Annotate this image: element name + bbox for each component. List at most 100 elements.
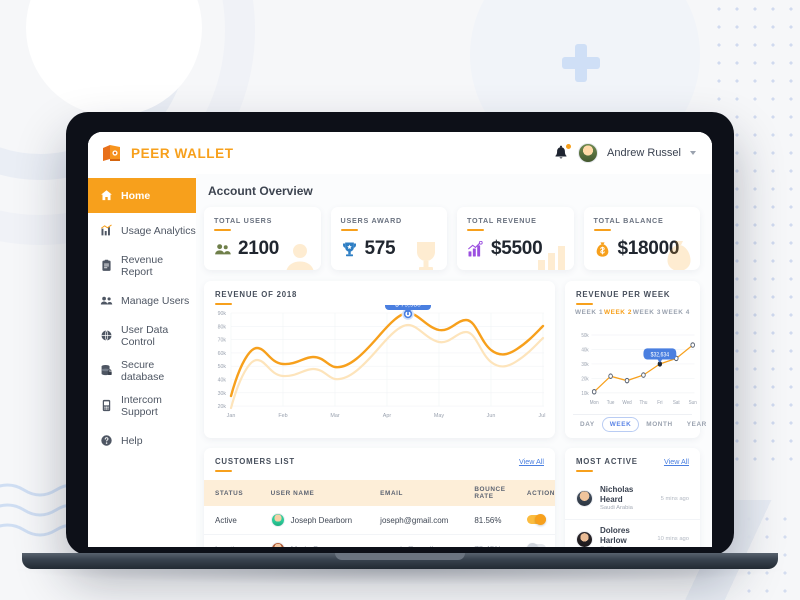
accent-rule xyxy=(215,470,232,472)
svg-text:Sun: Sun xyxy=(689,400,697,407)
cell-email: s.maria@ymail.com xyxy=(369,534,464,547)
stat-card-users-award: USERS AWARD 575 xyxy=(330,207,447,270)
list-item[interactable]: Dolores Harlow California 10 mins ago xyxy=(565,520,700,547)
panel-title: REVENUE PER WEEK xyxy=(576,290,671,299)
sidebar-item-usage-analytics[interactable]: Usage Analytics xyxy=(88,213,196,248)
week-tab-3[interactable]: WEEK 3 xyxy=(633,309,661,316)
scene: PEER WALLET Andrew Russel Home Usage Ana… xyxy=(0,0,800,600)
stat-card-value: 575 xyxy=(364,238,396,259)
sidebar-item-user-data-control[interactable]: User Data Control xyxy=(88,318,196,353)
notifications-button[interactable] xyxy=(553,142,573,162)
clipboard-icon xyxy=(100,259,113,272)
user-name-text: Joseph Dearborn xyxy=(290,515,353,525)
stat-card-value: 2100 xyxy=(238,238,280,259)
week-tab-2[interactable]: WEEK 2 xyxy=(604,309,632,316)
week-tab-1[interactable]: WEEK 1 xyxy=(575,309,603,316)
sidebar-item-manage-users[interactable]: Manage Users xyxy=(88,283,196,318)
list-item-time: 10 mins ago xyxy=(657,536,689,543)
sidebar-item-intercom-support[interactable]: Intercom Support xyxy=(88,388,196,423)
plus-icon xyxy=(562,44,600,82)
sidebar-item-label: User Data Control xyxy=(121,323,169,348)
panel-header: REVENUE PER WEEK xyxy=(565,281,700,305)
notification-badge xyxy=(565,142,573,150)
cell-user-name: Joseph Dearborn xyxy=(259,506,370,535)
status-toggle[interactable] xyxy=(526,513,546,525)
range-tab-day[interactable]: DAY xyxy=(573,418,602,431)
svg-text:40k: 40k xyxy=(581,347,589,354)
svg-text:90k: 90k xyxy=(218,311,227,317)
stat-card-label: TOTAL BALANCE xyxy=(593,216,664,225)
range-tab-week[interactable]: WEEK xyxy=(601,417,640,432)
list-item-location: Saudi Arabia xyxy=(600,505,633,511)
chevron-down-icon[interactable] xyxy=(690,151,696,155)
user-name-text: Maria Samson xyxy=(291,545,343,548)
revenue-line-chart[interactable]: 90k 80k 70k 60k 50k 40k 30k 20k $ 79,980… xyxy=(204,305,555,438)
list-panels: CUSTOMERS LIST View All STATUS USER NAME… xyxy=(204,448,700,547)
sidebar-item-label: Intercom Support xyxy=(121,393,162,418)
cell-action xyxy=(515,534,555,547)
svg-text:$32,634: $32,634 xyxy=(651,352,669,359)
avatar[interactable] xyxy=(578,143,599,163)
bars-ghost-icon xyxy=(536,240,570,270)
cell-status: Active xyxy=(204,506,260,535)
table-row[interactable]: Inactive Maria Samson xyxy=(204,534,555,548)
top-bar: PEER WALLET Andrew Russel xyxy=(88,132,712,174)
status-toggle[interactable] xyxy=(526,542,546,547)
sidebar-item-label: Help xyxy=(121,434,143,447)
laptop-lid: PEER WALLET Andrew Russel Home Usage Ana… xyxy=(66,112,734,555)
laptop-screen: PEER WALLET Andrew Russel Home Usage Ana… xyxy=(88,132,712,547)
svg-text:Apr: Apr xyxy=(383,413,392,419)
trophy-ghost-icon xyxy=(409,240,443,270)
range-tab-year[interactable]: YEAR xyxy=(680,418,712,431)
stat-card-total-revenue: TOTAL REVENUE $5500 xyxy=(457,207,574,270)
sidebar-item-label: Home xyxy=(121,189,151,202)
week-tabs: WEEK 1 WEEK 2 WEEK 3 WEEK 4 xyxy=(565,305,700,316)
cell-user-name: Maria Samson xyxy=(259,534,370,548)
sidebar-item-home[interactable]: Home xyxy=(88,178,196,213)
customers-view-all-link[interactable]: View All xyxy=(519,457,544,466)
help-circle-icon xyxy=(100,434,113,447)
svg-text:50k: 50k xyxy=(581,333,589,340)
sidebar-item-secure-database[interactable]: Secure database xyxy=(88,353,196,388)
stat-card-total-balance: TOTAL BALANCE $18000 xyxy=(583,207,700,270)
sidebar-item-help[interactable]: Help xyxy=(88,423,196,458)
accent-rule xyxy=(576,303,593,305)
range-tab-month[interactable]: MONTH xyxy=(639,418,679,431)
customers-table: STATUS USER NAME EMAIL BOUNCE RATE ACTIO… xyxy=(204,480,555,547)
panel-header: CUSTOMERS LIST View All xyxy=(204,448,555,472)
sidebar-item-label: Usage Analytics xyxy=(121,224,196,237)
revenue-chart-panel: REVENUE OF 2018 90k 80k 70k 60k 50k 40k … xyxy=(204,281,555,438)
svg-text:70k: 70k xyxy=(218,338,227,344)
app-body: Home Usage Analytics Revenue Report Mana… xyxy=(88,174,712,547)
svg-text:40k: 40k xyxy=(218,378,227,384)
most-active-view-all-link[interactable]: View All xyxy=(664,457,689,466)
svg-text:20k: 20k xyxy=(218,404,227,410)
svg-text:50k: 50k xyxy=(218,364,227,370)
top-bar-right: Andrew Russel xyxy=(553,142,696,163)
brand-name: PEER WALLET xyxy=(131,145,234,161)
accent-rule xyxy=(593,229,611,231)
sidebar-item-revenue-report[interactable]: Revenue Report xyxy=(88,248,196,283)
sidebar: Home Usage Analytics Revenue Report Mana… xyxy=(88,174,196,547)
stat-card-label: TOTAL USERS xyxy=(214,216,273,225)
range-tabs: DAY WEEK MONTH YEAR xyxy=(573,414,706,434)
table-row[interactable]: Active Joseph Dearborn joseph@gmail.com … xyxy=(204,506,555,535)
list-item[interactable]: Nicholas Heard Saudi Arabia 5 mins ago xyxy=(565,479,700,520)
panel-title: CUSTOMERS LIST xyxy=(215,457,295,466)
week-tab-4[interactable]: WEEK 4 xyxy=(662,309,690,316)
accent-rule xyxy=(467,229,484,231)
globe-shield-icon xyxy=(100,329,113,342)
list-item-location: California xyxy=(600,546,650,547)
panel-title: REVENUE OF 2018 xyxy=(215,290,298,299)
column-action: ACTION xyxy=(515,480,555,506)
money-bag-icon xyxy=(594,241,611,258)
svg-text:May: May xyxy=(434,413,444,419)
brand[interactable]: PEER WALLET xyxy=(102,144,234,162)
page-title: Account Overview xyxy=(208,184,313,198)
home-icon xyxy=(100,189,113,202)
table-header-row: STATUS USER NAME EMAIL BOUNCE RATE ACTIO… xyxy=(204,480,555,506)
person-ghost-icon xyxy=(283,240,317,270)
cell-email: joseph@gmail.com xyxy=(369,506,464,535)
week-line-chart[interactable]: 50k 40k 30k 20k 10k $32,634 Mon Tue Wed … xyxy=(565,325,700,414)
svg-text:Mon: Mon xyxy=(590,400,599,407)
